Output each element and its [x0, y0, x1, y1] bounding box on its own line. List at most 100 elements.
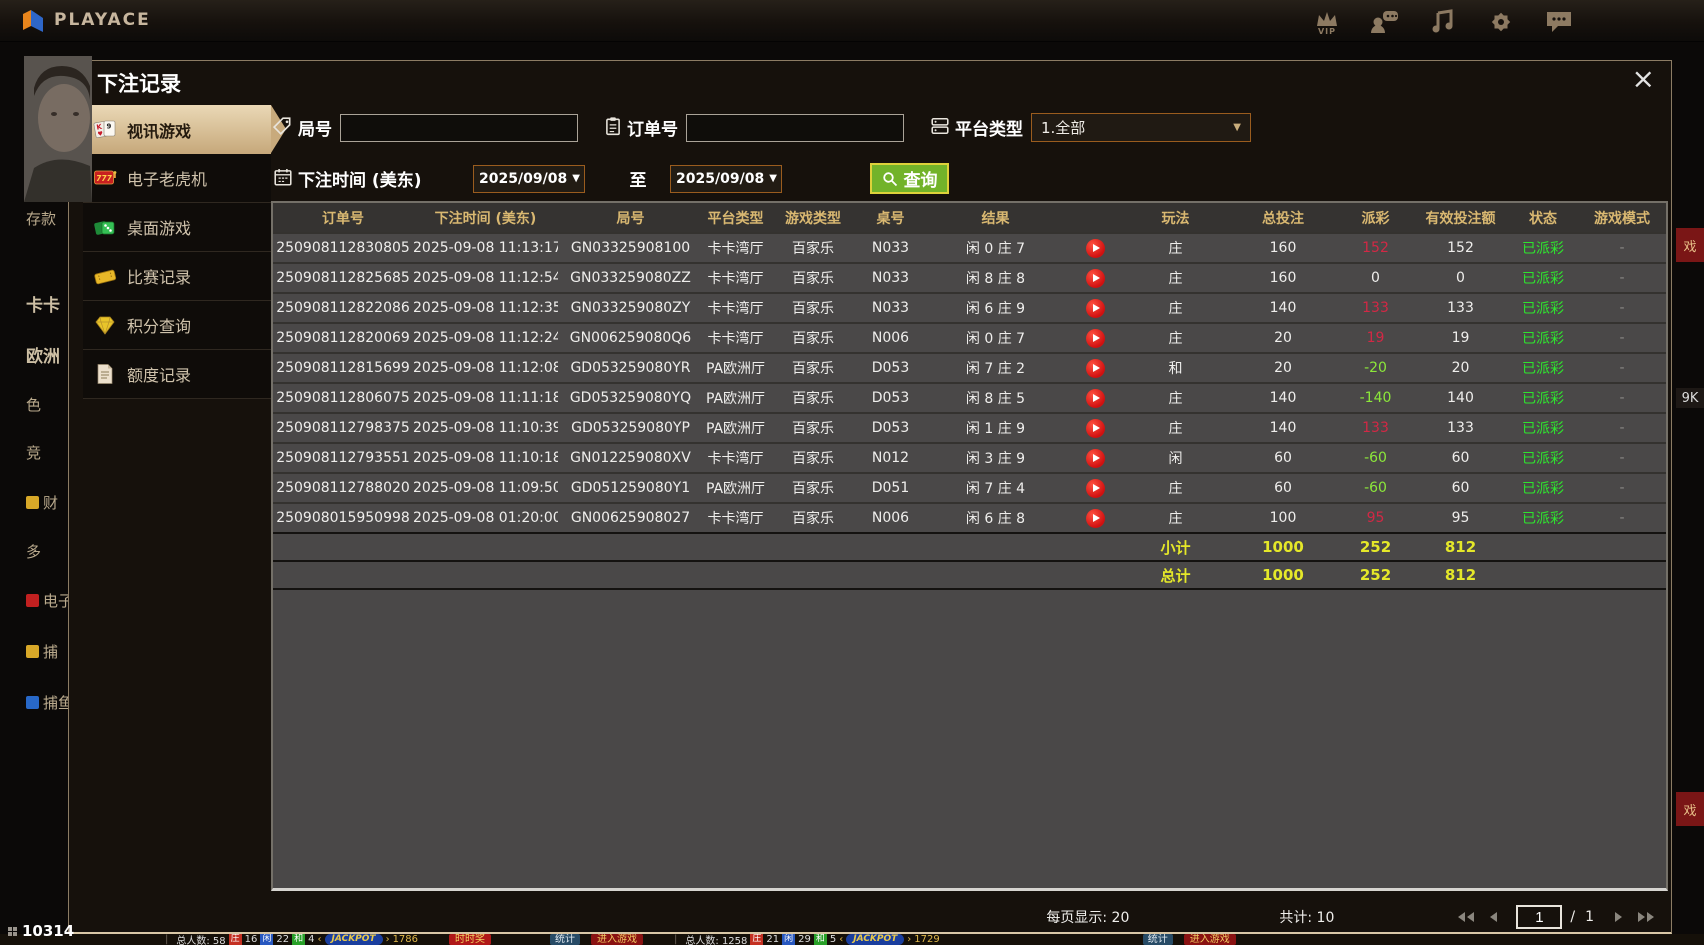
- match-ticket-icon: [93, 264, 117, 288]
- platform-type-select[interactable]: 1.全部 ▼: [1031, 113, 1251, 142]
- replay-button[interactable]: [1086, 388, 1105, 408]
- clipboard-icon: [604, 116, 622, 140]
- search-button[interactable]: 查询: [870, 163, 950, 194]
- table-row: 250908112825685 2025-09-08 11:12:54 GN0332…: [273, 262, 1666, 292]
- sidebar-tab-points-gem[interactable]: 积分查询: [83, 301, 271, 350]
- customer-service-icon[interactable]: [1368, 4, 1402, 40]
- col-table-number: D051: [871, 480, 910, 496]
- playace-logo-text: PLAYACE: [54, 10, 151, 30]
- header-col-5: 桌号: [876, 210, 905, 227]
- sidebar-tabs: K ♥ 9 视讯游戏 777 电子老虎机 桌面游戏 比赛记录积分查询额度记录: [83, 105, 286, 399]
- bg-menu-cat-kaka: 卡卡: [26, 296, 60, 316]
- slot-777-icon: 777: [93, 166, 117, 190]
- col-table-number: N006: [871, 510, 910, 526]
- sidebar-tab-table-games[interactable]: 桌面游戏: [83, 203, 271, 252]
- order-number-input[interactable]: [686, 113, 904, 142]
- player-badge: 闲: [260, 934, 274, 945]
- col-payout: -60: [1364, 450, 1387, 466]
- music-icon[interactable]: [1426, 4, 1460, 40]
- stats-button[interactable]: 统计: [550, 934, 581, 945]
- jackpot-bracket: ›: [907, 934, 912, 945]
- to-label: 至: [629, 171, 647, 191]
- page-number-input[interactable]: [1516, 905, 1563, 929]
- previous-page-button[interactable]: [1483, 909, 1505, 925]
- pagination-bar: 每页显示: 20 共计: 10 / 1: [271, 903, 1668, 931]
- points-gem-icon: [93, 313, 117, 337]
- stats-button[interactable]: 统计: [1142, 934, 1173, 945]
- col-payout: 133: [1362, 420, 1389, 436]
- col-valid-bet: 20: [1451, 360, 1470, 376]
- bottom-status-bar: | 总人数: 58 庄 16 闲 22 和 4 ‹ JACKPOT › 1786 时时奖 统计 进入游戏 | 总…: [0, 934, 1704, 945]
- bet-records-modal: 下注记录 × K ♥ 9 视讯游戏 777 电子老虎机 桌面游戏 比赛记录 积分查询 额度记录 局…: [68, 60, 1672, 934]
- playace-logo: PLAYACE: [20, 7, 151, 33]
- bg-right-fragment: 戏: [1676, 228, 1704, 262]
- col-bet-time: 2025-09-08 11:10:18: [413, 450, 558, 466]
- next-page-button[interactable]: [1607, 909, 1629, 925]
- play-icon: [1093, 424, 1100, 432]
- col-table-number: N012: [871, 450, 910, 466]
- date-to-select[interactable]: 2025/09/08 ▼: [670, 164, 783, 193]
- status-badge: 已派彩: [1522, 241, 1564, 257]
- per-page-label: 每页显示: 20: [1046, 910, 1130, 926]
- sidebar-tab-label: 积分查询: [127, 317, 192, 336]
- col-replay: [1068, 298, 1123, 318]
- col-order-number: 250908112788020: [276, 480, 410, 496]
- col-game-type: 百家乐: [792, 421, 834, 437]
- col-bet-time: 2025-09-08 11:11:18: [413, 390, 558, 406]
- col-order-number: 250908112815699: [276, 360, 410, 376]
- play-icon: [1093, 334, 1100, 342]
- vip-icon[interactable]: VIP: [1310, 4, 1344, 40]
- col-bet-time: 2025-09-08 01:20:00: [413, 510, 558, 526]
- vip-label: VIP: [1317, 26, 1337, 36]
- enter-game-button[interactable]: 进入游戏: [1183, 934, 1236, 945]
- player-count: 29: [798, 934, 811, 945]
- col-game-type: 百家乐: [792, 271, 834, 287]
- col-payout: -60: [1364, 480, 1387, 496]
- replay-button[interactable]: [1086, 448, 1105, 468]
- col-payout: 19: [1366, 330, 1385, 346]
- table-row: 250908112788020 2025-09-08 11:09:50 GD0512…: [273, 472, 1666, 502]
- platform-type-label: 平台类型: [955, 120, 1023, 140]
- play-icon: [1093, 484, 1100, 492]
- replay-button[interactable]: [1086, 238, 1105, 258]
- col-bet-time: 2025-09-08 11:12:24: [413, 330, 558, 346]
- round-number-input[interactable]: [340, 113, 578, 142]
- col-bet-time: 2025-09-08 11:12:54: [413, 270, 558, 286]
- col-valid-bet: 0: [1456, 270, 1465, 286]
- date-from-select[interactable]: 2025/09/08 ▼: [473, 164, 586, 193]
- col-replay: [1068, 478, 1123, 498]
- chat-icon[interactable]: [1542, 4, 1576, 40]
- sidebar-tab-quota-doc[interactable]: 额度记录: [83, 350, 271, 399]
- settings-gear-icon[interactable]: [1484, 4, 1518, 40]
- replay-button[interactable]: [1086, 478, 1105, 498]
- sidebar-tab-video-cards[interactable]: K ♥ 9 视讯游戏: [83, 105, 286, 154]
- col-platform: PA欧洲厅: [705, 421, 766, 437]
- replay-button[interactable]: [1086, 508, 1105, 528]
- col-round-number: GN00625908027: [570, 510, 691, 526]
- col-bet-time: 2025-09-08 11:12:35: [413, 300, 558, 316]
- col-result: 闲 6 庄 9: [965, 301, 1026, 317]
- col-platform: PA欧洲厅: [705, 391, 766, 407]
- replay-button[interactable]: [1086, 418, 1105, 438]
- col-order-number: 250908112822086: [276, 300, 410, 316]
- col-total-bet: 60: [1274, 480, 1292, 496]
- col-valid-bet: 133: [1447, 420, 1474, 436]
- replay-button[interactable]: [1086, 268, 1105, 288]
- sidebar-tab-match-ticket[interactable]: 比赛记录: [83, 252, 271, 301]
- sidebar-tab-slot-777[interactable]: 777 电子老虎机: [83, 154, 271, 203]
- header-col-10: 派彩: [1361, 210, 1390, 227]
- first-page-button[interactable]: [1455, 909, 1477, 925]
- status-badge: 已派彩: [1522, 361, 1564, 377]
- replay-button[interactable]: [1086, 328, 1105, 348]
- summary-total-bet: 1000: [1262, 566, 1304, 584]
- bg-right-fragment: 戏: [1676, 792, 1704, 826]
- col-platform: 卡卡湾厅: [707, 511, 764, 527]
- enter-game-button[interactable]: 进入游戏: [591, 934, 644, 945]
- last-page-button[interactable]: [1635, 909, 1657, 925]
- replay-button[interactable]: [1086, 298, 1105, 318]
- modal-title: 下注记录: [97, 72, 181, 96]
- col-table-number: D053: [871, 360, 910, 376]
- close-icon[interactable]: ×: [1632, 61, 1655, 97]
- replay-button[interactable]: [1086, 358, 1105, 378]
- tie-count: 5: [829, 934, 837, 945]
